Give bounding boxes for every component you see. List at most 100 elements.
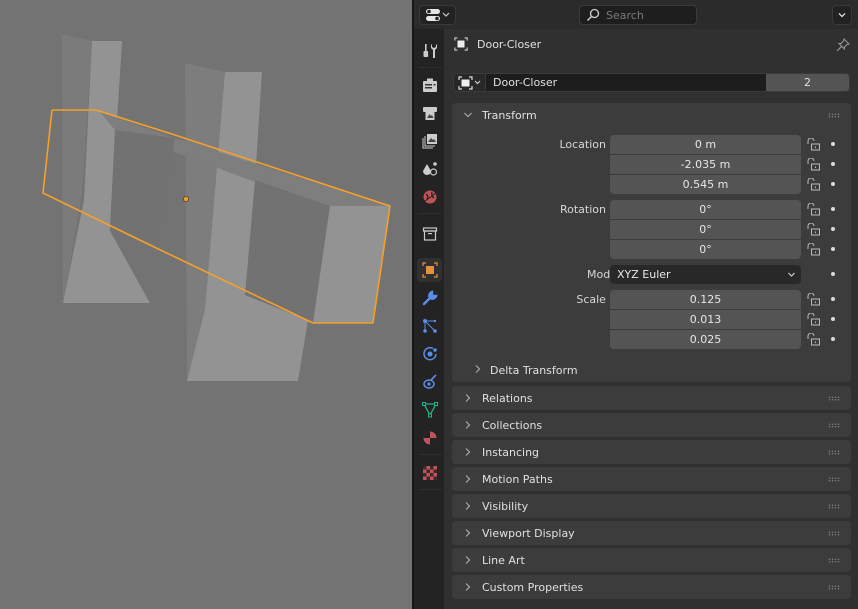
transform-panel-header[interactable]: Transform (452, 103, 851, 127)
rotation-x-label: Rotation X (559, 203, 617, 216)
scale-x-field[interactable]: 0.125 (610, 290, 801, 309)
user-count-button[interactable]: 2 (766, 74, 849, 91)
drag-grip-icon[interactable] (828, 504, 840, 509)
tab-tool[interactable] (417, 39, 442, 63)
keyframe-dot-icon[interactable] (831, 227, 835, 231)
keyframe-dot-icon[interactable] (831, 272, 835, 276)
tab-output[interactable] (417, 101, 442, 125)
motion-paths-panel-header[interactable]: Motion Paths (452, 467, 851, 491)
3d-viewport[interactable] (0, 0, 412, 609)
delta-transform-subpanel-header[interactable]: Delta Transform (474, 360, 578, 380)
relations-panel-header[interactable]: Relations (452, 386, 851, 410)
lock-icon[interactable] (807, 332, 821, 349)
properties-header: Search (414, 0, 858, 29)
rotation-y-field[interactable]: 0° (610, 220, 801, 239)
drag-grip-icon[interactable] (828, 113, 840, 118)
location-x-row: Location X 0 m (452, 135, 851, 154)
keyframe-dot-icon[interactable] (831, 247, 835, 251)
lock-icon[interactable] (807, 312, 821, 329)
keyframe-dot-icon[interactable] (831, 297, 835, 301)
line-art-panel: Line Art (452, 548, 851, 572)
location-z-field[interactable]: 0.545 m (610, 175, 801, 194)
relations-panel: Relations (452, 386, 851, 410)
collections-panel-header[interactable]: Collections (452, 413, 851, 437)
location-x-field[interactable]: 0 m (610, 135, 801, 154)
rotation-y-row: Y 0° (452, 220, 851, 239)
pin-icon (836, 38, 850, 52)
instancing-panel-header[interactable]: Instancing (452, 440, 851, 464)
drag-grip-icon[interactable] (828, 450, 840, 455)
tab-physics[interactable] (417, 342, 442, 366)
keyframe-dot-icon[interactable] (831, 182, 835, 186)
tab-scene[interactable] (417, 157, 442, 181)
pin-button[interactable] (836, 38, 850, 55)
lock-icon[interactable] (807, 242, 821, 259)
rotation-mode-row: Mode XYZ Euler (452, 265, 851, 284)
scale-y-field[interactable]: 0.013 (610, 310, 801, 329)
tool-icon (423, 44, 437, 58)
lock-icon[interactable] (807, 137, 821, 154)
motion-paths-panel: Motion Paths (452, 467, 851, 491)
tab-view-layer[interactable] (417, 129, 442, 153)
lock-icon[interactable] (807, 222, 821, 239)
keyframe-dot-icon[interactable] (831, 142, 835, 146)
editor-type-button[interactable] (419, 5, 456, 25)
options-dropdown-button[interactable] (832, 5, 852, 25)
texture-icon (422, 466, 437, 480)
tab-world[interactable] (417, 185, 442, 209)
lock-icon[interactable] (807, 292, 821, 309)
particles-icon (422, 319, 437, 333)
properties-editor: Search Door-Closer Door-Closer 2 Transfo… (414, 0, 858, 609)
crossbar-inner-dark (110, 130, 175, 245)
keyframe-dot-icon[interactable] (831, 162, 835, 166)
tab-constraints[interactable] (417, 370, 442, 394)
relations-panel-title: Relations (482, 391, 533, 405)
keyframe-dot-icon[interactable] (831, 207, 835, 211)
tab-texture[interactable] (417, 461, 442, 485)
scale-y-row: Y 0.013 (452, 310, 851, 329)
custom-properties-panel-header[interactable]: Custom Properties (452, 575, 851, 599)
keyframe-dot-icon[interactable] (831, 337, 835, 341)
scale-z-field[interactable]: 0.025 (610, 330, 801, 349)
tab-collection[interactable] (417, 222, 442, 246)
editor-type-icon (425, 9, 449, 21)
browse-object-button[interactable] (454, 74, 486, 91)
drag-grip-icon[interactable] (828, 477, 840, 482)
object-icon (454, 37, 468, 51)
viewport-display-panel-header[interactable]: Viewport Display (452, 521, 851, 545)
drag-grip-icon[interactable] (828, 558, 840, 563)
search-icon (586, 8, 600, 22)
object-icon (457, 75, 480, 90)
tab-material[interactable] (417, 426, 442, 450)
drag-grip-icon[interactable] (828, 585, 840, 590)
view-layer-icon (422, 134, 437, 149)
line-art-panel-header[interactable]: Line Art (452, 548, 851, 572)
rotation-x-field[interactable]: 0° (610, 200, 801, 219)
properties-tabs (414, 29, 444, 609)
lock-icon[interactable] (807, 177, 821, 194)
chevron-right-icon (462, 447, 474, 457)
keyframe-dot-icon[interactable] (831, 317, 835, 321)
blender-window: Search Door-Closer Door-Closer 2 Transfo… (0, 0, 858, 609)
object-name-field[interactable]: Door-Closer (486, 74, 766, 91)
rotation-mode-select[interactable]: XYZ Euler (610, 265, 801, 284)
location-z-row: Z 0.545 m (452, 175, 851, 194)
tab-data[interactable] (417, 398, 442, 422)
location-y-field[interactable]: -2.035 m (610, 155, 801, 174)
drag-grip-icon[interactable] (828, 423, 840, 428)
visibility-panel-header[interactable]: Visibility (452, 494, 851, 518)
lock-icon[interactable] (807, 202, 821, 219)
properties-content: Door-Closer Door-Closer 2 Transform Loca… (444, 29, 858, 609)
rotation-z-row: Z 0° (452, 240, 851, 259)
lock-icon[interactable] (807, 157, 821, 174)
drag-grip-icon[interactable] (828, 531, 840, 536)
tab-particles[interactable] (417, 314, 442, 338)
chevron-down-icon (787, 268, 796, 281)
rotation-z-field[interactable]: 0° (610, 240, 801, 259)
object-name-title: Door-Closer (477, 37, 542, 51)
tab-render[interactable] (417, 73, 442, 97)
drag-grip-icon[interactable] (828, 396, 840, 401)
tab-modifiers[interactable] (417, 286, 442, 310)
search-input[interactable]: Search (579, 5, 697, 25)
tab-object[interactable] (417, 258, 442, 282)
